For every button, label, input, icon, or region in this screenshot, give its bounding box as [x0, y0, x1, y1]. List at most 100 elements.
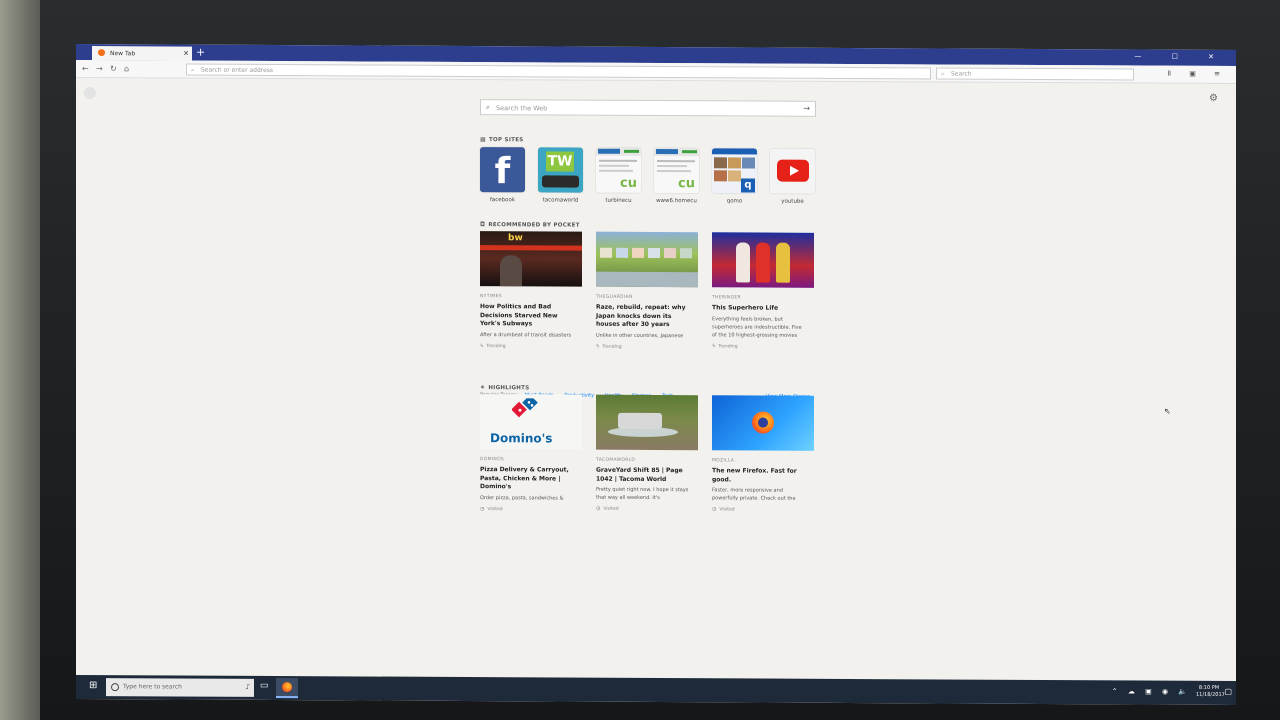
background-wall — [0, 0, 40, 720]
web-search-placeholder: Search the Web — [496, 104, 548, 113]
action-center-icon[interactable]: ▢ — [1224, 687, 1232, 696]
card-description: Faster, more responsive and powerfully p… — [712, 487, 796, 502]
new-tab-page: ⚙ ⌕ Search the Web → ▦ TOP SITES f facebo… — [76, 79, 1236, 681]
window-controls[interactable]: — ☐ ✕ — [1134, 53, 1228, 61]
reload-icon[interactable]: ↻ — [110, 64, 117, 73]
card-description: Order pizza, pasta, sandwiches & — [480, 494, 564, 502]
pocket-heading: ◘ RECOMMENDED BY POCKET — [480, 221, 580, 229]
card-source: DOMINOS — [480, 457, 505, 463]
truck-image — [542, 175, 579, 188]
pocket-card[interactable]: bw NYTIMES How Politics and Bad Decision… — [480, 231, 582, 349]
pocket-cards: bw NYTIMES How Politics and Bad Decision… — [480, 231, 814, 350]
highlights-heading: ✷ HIGHLIGHTS — [480, 384, 530, 392]
screen: New Tab ✕ + — ☐ ✕ ← → ↻ ⌂ ⌕ Search or en… — [76, 43, 1236, 706]
top-site-turbinecu[interactable]: cu turbinecu — [596, 147, 641, 204]
homecu-tile: cu — [654, 147, 699, 194]
cortana-icon — [111, 683, 119, 692]
bolt-icon: ϟ — [480, 342, 484, 349]
card-image: Domino's — [480, 394, 582, 450]
card-image — [596, 231, 698, 288]
new-tab-button[interactable]: + — [196, 46, 205, 59]
firefox-icon — [98, 49, 105, 57]
card-title: Pizza Delivery & Carryout, Pasta, Chicke… — [480, 466, 569, 491]
top-site-tacomaworld[interactable]: TW tacomaworld — [538, 147, 583, 204]
card-description: After a drumbeat of transit disasters — [480, 331, 572, 339]
card-tag: ◷ Visited — [596, 505, 619, 512]
highlight-card[interactable]: TACOMAWORLD GraveYard Shift 85 | Page 10… — [596, 394, 698, 513]
site-label: qomo — [726, 198, 743, 205]
pocket-card[interactable]: THEGUARDIAN Raze, rebuild, repeat: why J… — [596, 231, 698, 350]
gear-icon[interactable]: ⚙ — [1209, 93, 1218, 104]
card-description: Everything feels broken, but superheroes… — [712, 315, 802, 339]
mouse-cursor-icon: ⇖ — [1164, 406, 1171, 416]
clock-icon: ◷ — [596, 505, 601, 512]
card-source: THERINGER — [712, 295, 741, 301]
card-source: TACOMAWORLD — [596, 457, 636, 463]
top-sites: f facebook TW tacomaworld cu turbinecu c… — [480, 147, 815, 205]
url-placeholder: Search or enter address — [201, 66, 274, 74]
highlight-card[interactable]: MOZILLA The new Firefox. Fast for good. … — [712, 395, 814, 513]
dominos-logo-icon — [512, 398, 538, 418]
firefox-icon — [282, 682, 292, 693]
search-icon: ⌕ — [486, 103, 490, 112]
youtube-tile — [770, 148, 815, 194]
search-placeholder: Search — [951, 70, 972, 78]
top-sites-heading: ▦ TOP SITES — [480, 136, 524, 144]
card-title: The new Firefox. Fast for good. — [712, 467, 797, 483]
site-label: facebook — [489, 197, 516, 204]
tab-title: New Tab — [110, 50, 136, 58]
card-title: How Politics and Bad Decisions Starved N… — [480, 303, 558, 328]
task-view-icon[interactable]: ▭ — [260, 681, 269, 691]
top-site-qomo[interactable]: q qomo — [712, 148, 757, 204]
windows-start-icon[interactable]: ⊞ — [89, 680, 97, 691]
search-icon: ⌕ — [191, 66, 195, 74]
home-icon[interactable]: ⌂ — [124, 64, 129, 73]
top-site-facebook[interactable]: f facebook — [480, 147, 525, 203]
bolt-icon: ϟ — [596, 343, 600, 350]
card-image — [712, 395, 814, 451]
search-bar[interactable]: ⌕ Search — [936, 67, 1134, 81]
taskbar-firefox-button[interactable] — [276, 678, 298, 699]
card-tag: ϟ Trending — [712, 342, 738, 349]
tacomaworld-tile: TW — [538, 147, 583, 193]
site-label: youtube — [781, 198, 804, 205]
card-title: This Superhero Life — [712, 304, 779, 312]
toolbar-icons[interactable]: Ⅱ ▣ ≡ — [1168, 70, 1228, 78]
back-icon[interactable]: ← — [82, 64, 89, 73]
taskbar-search-input[interactable]: Type here to search ♪ — [106, 678, 254, 697]
site-label: tacomaworld — [542, 197, 579, 204]
card-title: Raze, rebuild, repeat: why Japan knocks … — [596, 303, 686, 329]
grid-icon: ▦ — [480, 136, 486, 144]
homecu-logo: cu — [678, 176, 695, 192]
forward-icon[interactable]: → — [96, 64, 103, 73]
search-icon: ⌕ — [941, 70, 945, 78]
taskbar-clock[interactable]: 8:10 PM 11/18/2017 — [1196, 685, 1225, 699]
clock-icon: ◷ — [712, 506, 717, 513]
web-search-input[interactable]: ⌕ Search the Web → — [480, 99, 816, 117]
qomo-logo: q — [741, 178, 755, 193]
top-site-youtube[interactable]: youtube — [770, 148, 815, 205]
card-tag: ϟ Trending — [480, 342, 506, 349]
sparkle-icon: ✷ — [480, 384, 486, 392]
microphone-icon[interactable]: ♪ — [246, 683, 250, 691]
system-tray-icons[interactable]: ⌃ ☁ ▣ ◉ 🔈 — [1112, 687, 1191, 695]
card-source: NYTIMES — [480, 294, 502, 300]
clock-icon: ◷ — [480, 505, 485, 512]
highlight-cards: Domino's DOMINOS Pizza Delivery & Carryo… — [480, 394, 814, 513]
close-tab-icon[interactable]: ✕ — [183, 50, 189, 58]
card-tag: ◷ Visited — [480, 505, 503, 512]
qomo-tile: q — [712, 148, 757, 194]
top-site-homecu[interactable]: cu www6.homecu — [654, 147, 699, 204]
search-submit-icon[interactable]: → — [803, 104, 810, 113]
tab-new-tab[interactable]: New Tab ✕ — [92, 46, 192, 61]
card-description: Unlike in other countries, Japanese — [596, 332, 684, 339]
url-bar[interactable]: ⌕ Search or enter address — [186, 63, 931, 80]
card-source: THEGUARDIAN — [596, 294, 633, 300]
turbinecu-logo: cu — [620, 175, 637, 191]
highlight-card[interactable]: Domino's DOMINOS Pizza Delivery & Carryo… — [480, 394, 582, 512]
tacomaworld-logo: TW — [546, 151, 574, 172]
pocket-icon: ◘ — [480, 221, 486, 229]
card-tag: ◷ Visited — [712, 506, 735, 513]
site-label: turbinecu — [605, 197, 632, 204]
pocket-card[interactable]: THERINGER This Superhero Life Everything… — [712, 232, 814, 350]
